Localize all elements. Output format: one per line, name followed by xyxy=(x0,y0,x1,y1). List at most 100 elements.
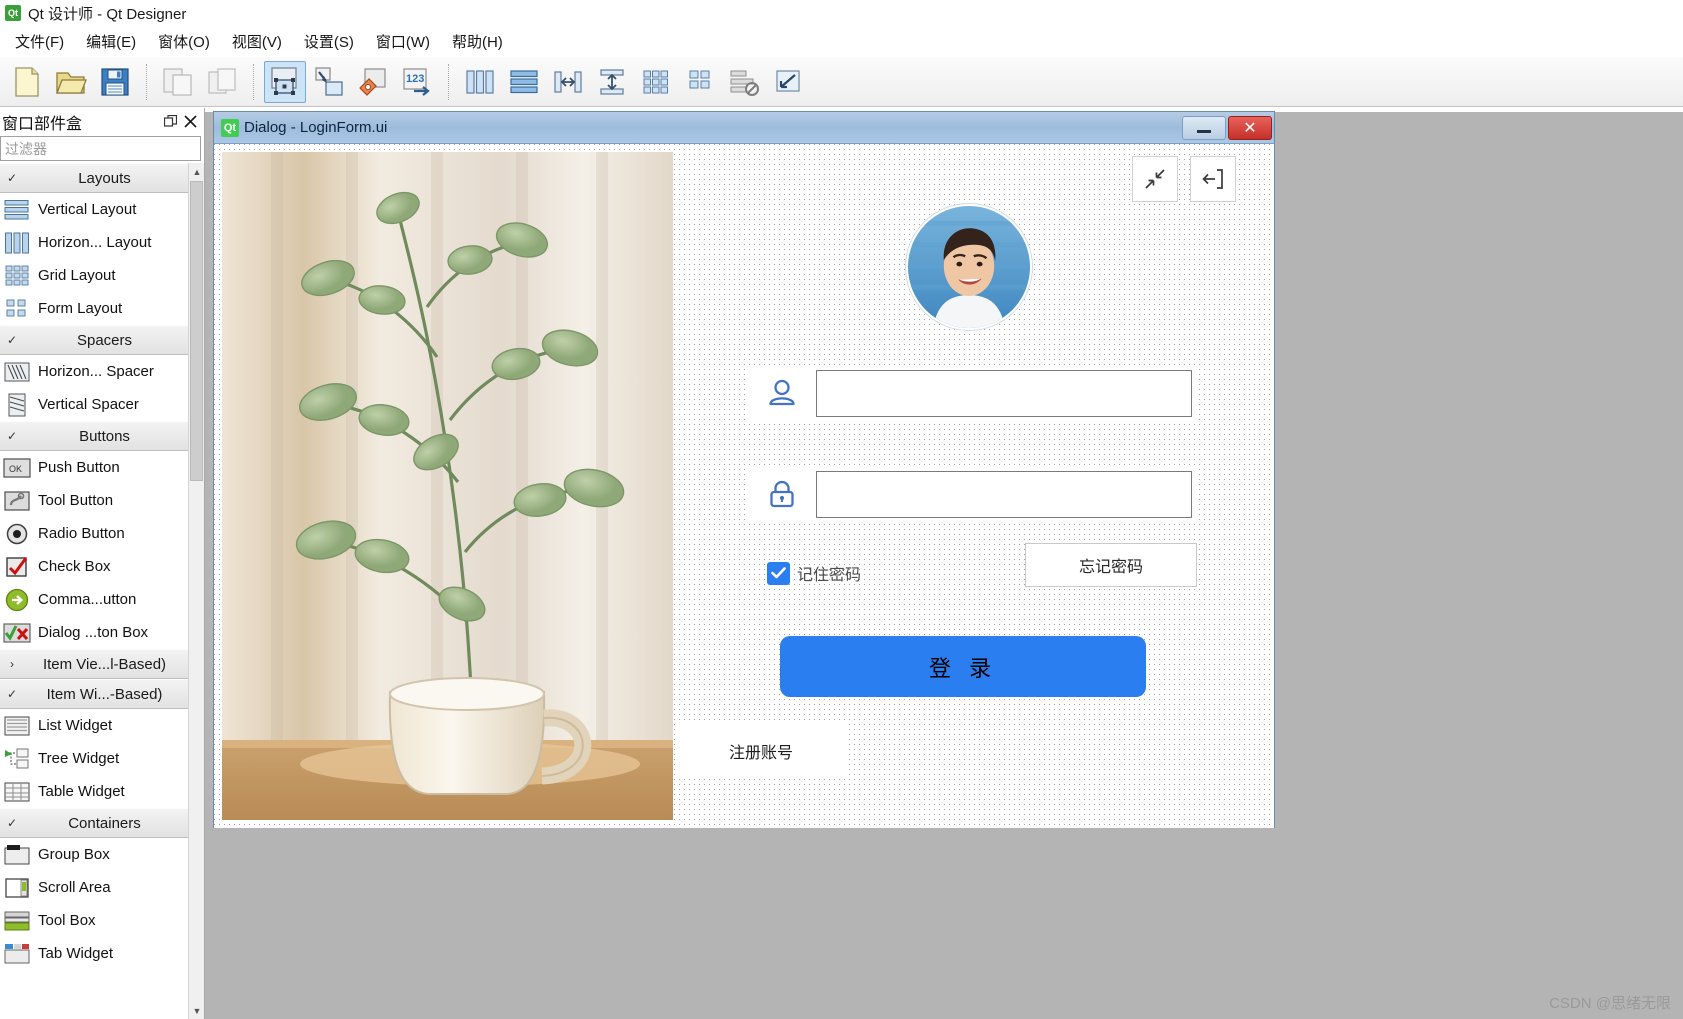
qt-logo-icon: Qt xyxy=(5,5,21,21)
login-button-label: 登 录 xyxy=(928,655,998,681)
break-layout-button[interactable] xyxy=(723,61,765,103)
menu-form[interactable]: 窗体(O) xyxy=(147,28,221,55)
edit-buddies-icon xyxy=(359,67,386,96)
svg-text:123: 123 xyxy=(406,73,424,85)
menu-settings[interactable]: 设置(S) xyxy=(293,28,365,55)
widget-item-push-button[interactable]: OK Push Button xyxy=(0,451,204,484)
group-label: Item Vie...l-Based) xyxy=(42,655,167,673)
layout-grid-button[interactable] xyxy=(635,61,677,103)
new-file-button[interactable] xyxy=(6,61,48,103)
widget-box-scrollbar[interactable]: ▲ ▼ xyxy=(188,163,204,1019)
menu-file[interactable]: 文件(F) xyxy=(4,28,75,55)
edit-tab-order-button[interactable]: 123 xyxy=(396,61,438,103)
expanded-check-icon: ✓ xyxy=(6,429,18,443)
toolbar-separator xyxy=(253,63,254,100)
open-file-button[interactable] xyxy=(50,61,92,103)
menu-window[interactable]: 窗口(W) xyxy=(365,28,441,55)
widget-item-dialog-button-box[interactable]: Dialog ...ton Box xyxy=(0,616,204,649)
widget-item-list-widget[interactable]: List Widget xyxy=(0,709,204,742)
scroll-down-icon[interactable]: ▼ xyxy=(189,1002,204,1019)
widget-item-radio-button[interactable]: Radio Button xyxy=(0,517,204,550)
group-item-widgets[interactable]: ✓ Item Wi...-Based) xyxy=(0,679,204,709)
dialog-body[interactable]: 记住密码 忘记密码 登 录 注册账号 xyxy=(214,144,1274,828)
username-input[interactable] xyxy=(816,369,1192,417)
register-button[interactable]: 注册账号 xyxy=(675,724,847,778)
toolbar-separator xyxy=(146,63,147,100)
widget-item-grid-layout[interactable]: Grid Layout xyxy=(0,259,204,292)
group-containers[interactable]: ✓ Containers xyxy=(0,808,204,838)
menu-help[interactable]: 帮助(H) xyxy=(441,28,514,55)
widget-box-header: 窗口部件盒 xyxy=(0,108,204,135)
close-icon[interactable] xyxy=(180,112,200,132)
design-canvas[interactable]: Qt Dialog - LoginForm.ui ✕ 记住密码 忘记密码 登 录… xyxy=(205,108,1683,1019)
group-spacers[interactable]: ✓ Spacers xyxy=(0,325,204,355)
widget-item-table-widget[interactable]: Table Widget xyxy=(0,775,204,808)
layout-vertically-icon xyxy=(510,69,538,93)
layout-horizontally-button[interactable] xyxy=(459,61,501,103)
widget-item-group-box[interactable]: Group Box xyxy=(0,838,204,871)
close-button[interactable]: ✕ xyxy=(1228,115,1272,140)
widget-item-vertical-spacer[interactable]: Vertical Spacer xyxy=(0,388,204,421)
new-file-icon xyxy=(15,66,39,97)
tab-widget-icon xyxy=(2,942,32,966)
redo-button[interactable] xyxy=(201,61,243,103)
float-icon[interactable] xyxy=(160,112,180,132)
tool-button-icon xyxy=(2,489,32,513)
widget-label: Table Widget xyxy=(38,783,125,800)
login-button[interactable]: 登 录 xyxy=(780,636,1146,697)
menu-view[interactable]: 视图(V) xyxy=(221,28,293,55)
save-file-button[interactable] xyxy=(94,61,136,103)
widget-label: List Widget xyxy=(38,717,113,734)
widget-item-check-box[interactable]: Check Box xyxy=(0,550,204,583)
filter-input[interactable]: 过滤器 xyxy=(0,136,201,161)
edit-signals-slots-button[interactable] xyxy=(308,61,350,103)
forgot-password-button[interactable]: 忘记密码 xyxy=(1025,543,1197,587)
username-field[interactable] xyxy=(747,365,1196,421)
person-icon xyxy=(747,365,816,421)
scroll-up-icon[interactable]: ▲ xyxy=(189,163,204,180)
widget-label: Comma...utton xyxy=(38,591,137,608)
menu-edit[interactable]: 编辑(E) xyxy=(75,28,147,55)
widget-item-form-layout[interactable]: Form Layout xyxy=(0,292,204,325)
widget-item-tool-button[interactable]: Tool Button xyxy=(0,484,204,517)
widget-item-tree-widget[interactable]: Tree Widget xyxy=(0,742,204,775)
layout-splitter-horizontal-button[interactable] xyxy=(547,61,589,103)
table-widget-icon xyxy=(2,780,32,804)
dialog-title: Dialog - LoginForm.ui xyxy=(244,119,388,136)
expanded-check-icon: ✓ xyxy=(6,171,18,185)
undo-button[interactable] xyxy=(157,61,199,103)
minimize-button[interactable] xyxy=(1182,115,1226,140)
widget-list[interactable]: ✓ Layouts Vertical Layout Horizon... Lay… xyxy=(0,163,204,1019)
edit-buddies-button[interactable] xyxy=(352,61,394,103)
group-label: Layouts xyxy=(78,169,131,187)
widget-item-scroll-area[interactable]: Scroll Area xyxy=(0,871,204,904)
shrink-button[interactable] xyxy=(1132,156,1178,202)
widget-item-vertical-layout[interactable]: Vertical Layout xyxy=(0,193,204,226)
scrollbar-thumb[interactable] xyxy=(190,181,203,481)
edit-widgets-icon xyxy=(271,66,297,95)
widget-item-tab-widget[interactable]: Tab Widget xyxy=(0,937,204,970)
remember-password-checkbox[interactable]: 记住密码 xyxy=(767,558,861,588)
group-buttons[interactable]: ✓ Buttons xyxy=(0,421,204,451)
dialog-preview-window[interactable]: Qt Dialog - LoginForm.ui ✕ 记住密码 忘记密码 登 录… xyxy=(213,111,1275,828)
widget-label: Form Layout xyxy=(38,300,123,317)
group-item-views[interactable]: › Item Vie...l-Based) xyxy=(0,649,204,679)
widget-item-horizontal-spacer[interactable]: Horizon... Spacer xyxy=(0,355,204,388)
layout-vertically-button[interactable] xyxy=(503,61,545,103)
edit-widgets-button[interactable] xyxy=(264,60,306,103)
exit-button[interactable] xyxy=(1190,156,1236,202)
widget-item-horizontal-layout[interactable]: Horizon... Layout xyxy=(0,226,204,259)
password-input[interactable] xyxy=(816,470,1192,518)
dialog-titlebar[interactable]: Qt Dialog - LoginForm.ui ✕ xyxy=(214,112,1274,144)
layout-form-button[interactable] xyxy=(679,61,721,103)
widget-item-command-link-button[interactable]: Comma...utton xyxy=(0,583,204,616)
adjust-size-button[interactable] xyxy=(767,61,809,103)
undo-icon xyxy=(163,67,192,96)
widget-item-tool-box[interactable]: Tool Box xyxy=(0,904,204,937)
group-layouts[interactable]: ✓ Layouts xyxy=(0,163,204,193)
check-box-icon xyxy=(2,555,32,579)
layout-splitter-vertical-button[interactable] xyxy=(591,61,633,103)
command-link-button-icon xyxy=(2,588,32,612)
vertical-layout-icon xyxy=(2,198,32,222)
password-field[interactable] xyxy=(747,466,1196,522)
